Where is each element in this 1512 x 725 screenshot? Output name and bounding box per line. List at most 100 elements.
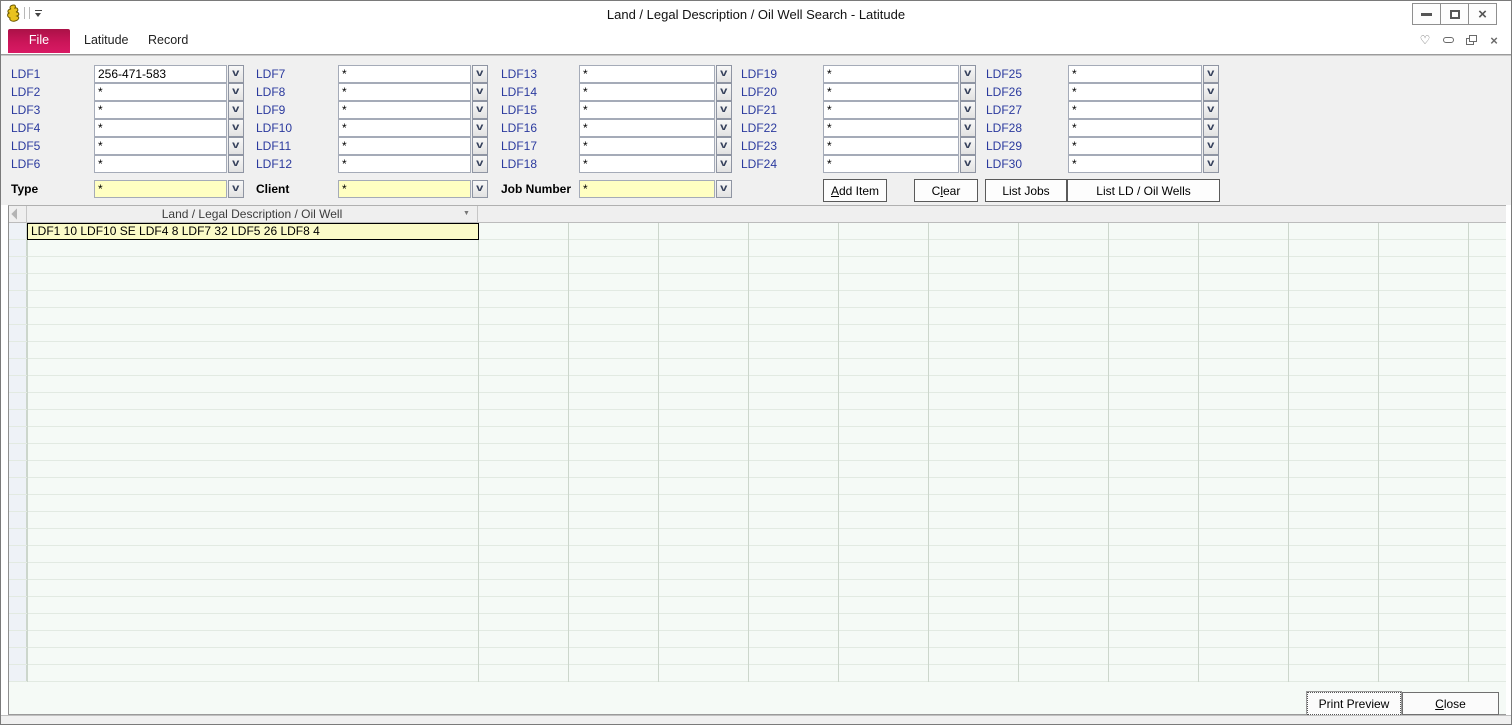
ldf-combobox-ldf1[interactable]: 256-471-583v (94, 65, 244, 83)
table-row-empty[interactable] (9, 444, 1506, 461)
ldf-combobox-ldf8-value[interactable]: * (338, 83, 471, 101)
table-row-empty[interactable] (9, 546, 1506, 563)
table-row-empty[interactable] (9, 597, 1506, 614)
ldf-combobox-ldf9-dropdown-button[interactable]: v (472, 101, 488, 119)
client-combobox-value[interactable]: * (338, 180, 471, 198)
ldf-combobox-ldf26[interactable]: *v (1068, 83, 1219, 101)
ldf-combobox-ldf3-dropdown-button[interactable]: v (228, 101, 244, 119)
ribbon-restore-icon[interactable] (1464, 34, 1478, 46)
ldf-combobox-ldf30-value[interactable]: * (1068, 155, 1202, 173)
ldf-combobox-ldf15-value[interactable]: * (579, 101, 715, 119)
ldf-combobox-ldf4[interactable]: *v (94, 119, 244, 137)
ldf-combobox-ldf4-dropdown-button[interactable]: v (228, 119, 244, 137)
type-combobox-value[interactable]: * (94, 180, 227, 198)
ldf-combobox-ldf27[interactable]: *v (1068, 101, 1219, 119)
ldf-combobox-ldf22-value[interactable]: * (823, 119, 959, 137)
ldf-combobox-ldf6[interactable]: *v (94, 155, 244, 173)
table-row-empty[interactable] (9, 308, 1506, 325)
ldf-combobox-ldf25-dropdown-button[interactable]: v (1203, 65, 1219, 83)
ldf-combobox-ldf17-dropdown-button[interactable]: v (716, 137, 732, 155)
list-ld-oil-wells-button[interactable]: List LD / Oil Wells (1067, 179, 1220, 202)
table-row-empty[interactable] (9, 461, 1506, 478)
table-row-empty[interactable] (9, 631, 1506, 648)
ldf-combobox-ldf14-value[interactable]: * (579, 83, 715, 101)
ldf-combobox-ldf16-dropdown-button[interactable]: v (716, 119, 732, 137)
ldf-combobox-ldf28[interactable]: *v (1068, 119, 1219, 137)
ldf-combobox-ldf26-value[interactable]: * (1068, 83, 1202, 101)
ldf-combobox-ldf5-dropdown-button[interactable]: v (228, 137, 244, 155)
table-row-empty[interactable] (9, 274, 1506, 291)
ldf-combobox-ldf17[interactable]: *v (579, 137, 732, 155)
ldf-combobox-ldf20-value[interactable]: * (823, 83, 959, 101)
type-combobox-dropdown-button[interactable]: v (228, 180, 244, 198)
ldf-combobox-ldf14-dropdown-button[interactable]: v (716, 83, 732, 101)
ldf-combobox-ldf25-value[interactable]: * (1068, 65, 1202, 83)
ldf-combobox-ldf7-dropdown-button[interactable]: v (472, 65, 488, 83)
ldf-combobox-ldf6-dropdown-button[interactable]: v (228, 155, 244, 173)
ldf-combobox-ldf24-dropdown-button[interactable]: v (960, 155, 976, 173)
job-number-combobox-value[interactable]: * (579, 180, 715, 198)
ldf-combobox-ldf2-value[interactable]: * (94, 83, 227, 101)
ldf-combobox-ldf28-value[interactable]: * (1068, 119, 1202, 137)
ldf-combobox-ldf12-dropdown-button[interactable]: v (472, 155, 488, 173)
job-number-combobox-dropdown-button[interactable]: v (716, 180, 732, 198)
table-row-empty[interactable] (9, 393, 1506, 410)
ldf-combobox-ldf11[interactable]: *v (338, 137, 488, 155)
ldf-combobox-ldf25[interactable]: *v (1068, 65, 1219, 83)
ribbon-minimize-icon[interactable] (1441, 34, 1455, 46)
ldf-combobox-ldf27-value[interactable]: * (1068, 101, 1202, 119)
ldf-combobox-ldf13-value[interactable]: * (579, 65, 715, 83)
ldf-combobox-ldf5-value[interactable]: * (94, 137, 227, 155)
list-jobs-button[interactable]: List Jobs (985, 179, 1067, 202)
ldf-combobox-ldf9-value[interactable]: * (338, 101, 471, 119)
print-preview-button[interactable]: Print Preview (1307, 692, 1401, 715)
table-row-empty[interactable] (9, 512, 1506, 529)
ldf-combobox-ldf21-value[interactable]: * (823, 101, 959, 119)
ldf-combobox-ldf1-dropdown-button[interactable]: v (228, 65, 244, 83)
ldf-combobox-ldf19-dropdown-button[interactable]: v (960, 65, 976, 83)
add-item-button[interactable]: Add Item (823, 179, 887, 202)
ldf-combobox-ldf18[interactable]: *v (579, 155, 732, 173)
table-row-empty[interactable] (9, 614, 1506, 631)
ldf-combobox-ldf11-dropdown-button[interactable]: v (472, 137, 488, 155)
ldf-combobox-ldf24[interactable]: *v (823, 155, 976, 173)
clear-button[interactable]: Clear (914, 179, 978, 202)
ldf-combobox-ldf2-dropdown-button[interactable]: v (228, 83, 244, 101)
table-row-empty[interactable] (9, 665, 1506, 682)
table-row-empty[interactable] (9, 529, 1506, 546)
ldf-combobox-ldf13-dropdown-button[interactable]: v (716, 65, 732, 83)
ldf-combobox-ldf3[interactable]: *v (94, 101, 244, 119)
ldf-combobox-ldf17-value[interactable]: * (579, 137, 715, 155)
ldf-combobox-ldf23-value[interactable]: * (823, 137, 959, 155)
job-number-combobox[interactable]: *v (579, 180, 732, 198)
ldf-combobox-ldf13[interactable]: *v (579, 65, 732, 83)
table-row-empty[interactable] (9, 359, 1506, 376)
table-row-empty[interactable] (9, 427, 1506, 444)
ldf-combobox-ldf26-dropdown-button[interactable]: v (1203, 83, 1219, 101)
ldf-combobox-ldf3-value[interactable]: * (94, 101, 227, 119)
tab-latitude[interactable]: Latitude (70, 29, 142, 53)
ldf-combobox-ldf30-dropdown-button[interactable]: v (1203, 155, 1219, 173)
ldf-combobox-ldf28-dropdown-button[interactable]: v (1203, 119, 1219, 137)
ldf-combobox-ldf10[interactable]: *v (338, 119, 488, 137)
maximize-button[interactable] (1440, 3, 1469, 25)
minimize-button[interactable] (1412, 3, 1441, 25)
client-combobox-dropdown-button[interactable]: v (472, 180, 488, 198)
ldf-combobox-ldf15-dropdown-button[interactable]: v (716, 101, 732, 119)
table-row-empty[interactable] (9, 257, 1506, 274)
ldf-combobox-ldf23[interactable]: *v (823, 137, 976, 155)
ldf-combobox-ldf29-dropdown-button[interactable]: v (1203, 137, 1219, 155)
ldf-combobox-ldf8-dropdown-button[interactable]: v (472, 83, 488, 101)
table-row-empty[interactable] (9, 376, 1506, 393)
ldf-combobox-ldf16-value[interactable]: * (579, 119, 715, 137)
ldf-combobox-ldf7-value[interactable]: * (338, 65, 471, 83)
ldf-combobox-ldf10-value[interactable]: * (338, 119, 471, 137)
ldf-combobox-ldf29-value[interactable]: * (1068, 137, 1202, 155)
ldf-combobox-ldf5[interactable]: *v (94, 137, 244, 155)
ldf-combobox-ldf30[interactable]: *v (1068, 155, 1219, 173)
ldf-combobox-ldf11-value[interactable]: * (338, 137, 471, 155)
table-row-empty[interactable] (9, 410, 1506, 427)
ldf-combobox-ldf19-value[interactable]: * (823, 65, 959, 83)
table-row-empty[interactable] (9, 240, 1506, 257)
tab-record[interactable]: Record (134, 29, 202, 53)
